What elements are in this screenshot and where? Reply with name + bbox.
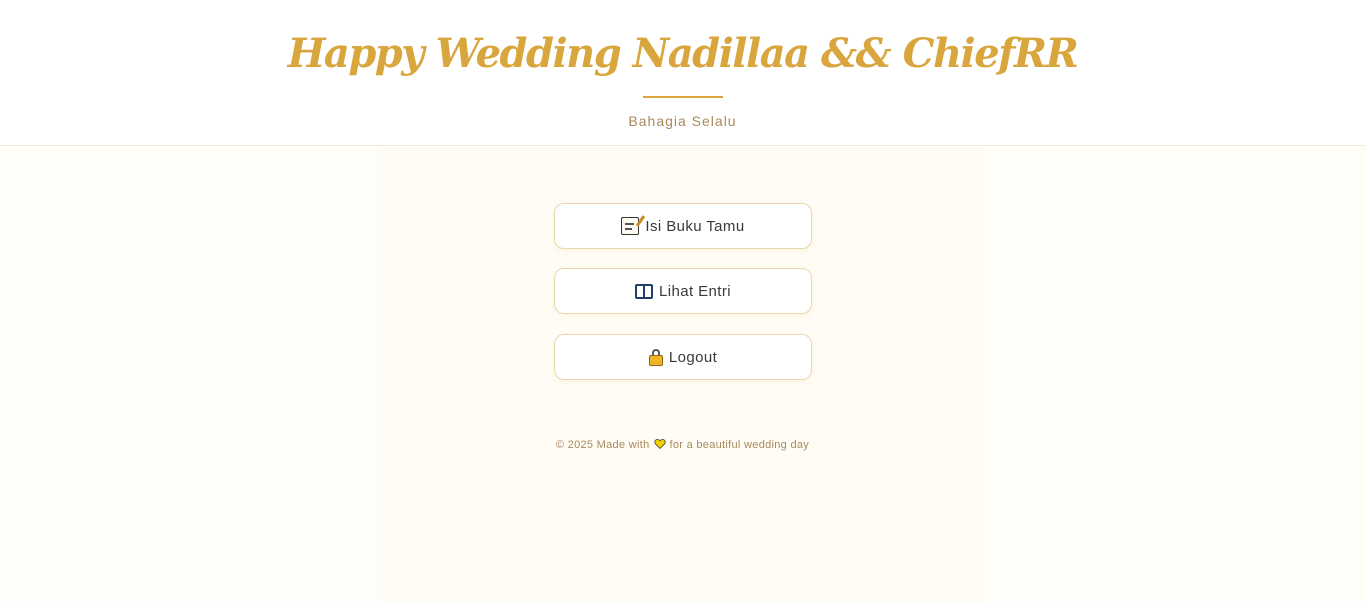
heart-icon bbox=[653, 439, 666, 450]
page-title: Happy Wedding Nadillaa && ChiefRR bbox=[287, 30, 1079, 77]
footer-suffix: for a beautiful wedding day bbox=[669, 439, 810, 451]
logout-button-label: Logout bbox=[668, 348, 718, 366]
footer: © 2025 Made with for a beautiful wedding … bbox=[0, 438, 1365, 452]
view-entries-button[interactable]: Lihat Entri bbox=[554, 268, 812, 314]
view-entries-button-label: Lihat Entri bbox=[659, 282, 731, 300]
main-content: Isi Buku Tamu Lihat Entri Logout © 2025 … bbox=[0, 147, 1365, 602]
title-divider bbox=[643, 96, 723, 98]
logout-button[interactable]: Logout bbox=[554, 334, 812, 380]
guestbook-button[interactable]: Isi Buku Tamu bbox=[554, 203, 812, 249]
guestbook-button-label: Isi Buku Tamu bbox=[645, 217, 745, 235]
header: Happy Wedding Nadillaa && ChiefRR Bahagi… bbox=[0, 0, 1365, 146]
book-icon bbox=[635, 283, 654, 299]
memo-icon bbox=[621, 215, 646, 235]
page-subtitle: Bahagia Selalu bbox=[628, 113, 737, 129]
footer-prefix: © 2025 Made with bbox=[555, 439, 650, 451]
lock-icon bbox=[648, 348, 663, 366]
